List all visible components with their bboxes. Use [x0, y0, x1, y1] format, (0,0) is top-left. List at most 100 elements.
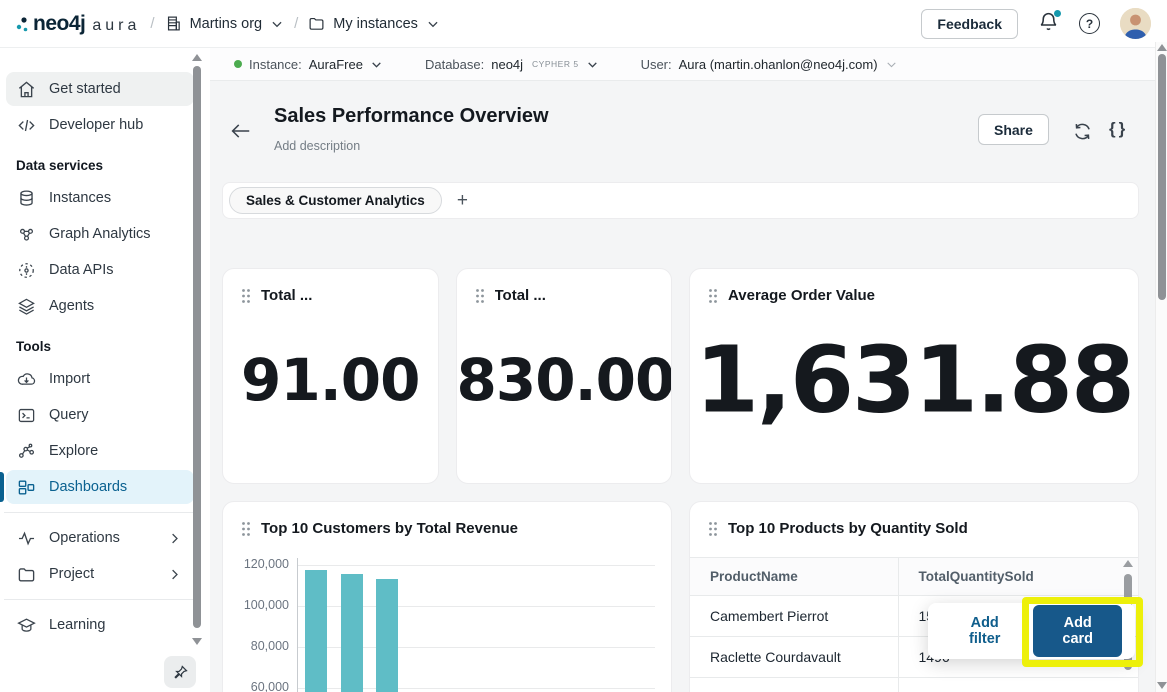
- drag-handle-icon[interactable]: [708, 288, 718, 304]
- breadcrumb-separator: /: [150, 15, 154, 32]
- scroll-up-arrow[interactable]: [1123, 560, 1133, 567]
- scroll-down-arrow[interactable]: [192, 638, 202, 645]
- scroll-up-arrow[interactable]: [192, 54, 202, 61]
- neo4j-logo-mark-icon: [16, 15, 29, 38]
- table-header-row: ProductNameTotalQuantitySold: [690, 558, 1138, 596]
- tab-sales-customer-analytics[interactable]: Sales & Customer Analytics: [229, 187, 442, 214]
- table-cell: 1397: [898, 678, 1138, 692]
- add-description[interactable]: Add description: [274, 139, 360, 153]
- dashboard-title[interactable]: Sales Performance Overview: [274, 105, 549, 128]
- database-selector[interactable]: Database: neo4j CYPHER 5: [425, 57, 599, 72]
- sidebar-item-dashboards[interactable]: Dashboards: [6, 470, 194, 504]
- y-axis-tick-label: 60,000: [223, 680, 289, 692]
- home-icon: [16, 79, 36, 99]
- organization-icon: [165, 15, 182, 32]
- sidebar-section-tools: Tools: [0, 325, 210, 362]
- breadcrumb-org[interactable]: Martins org: [165, 15, 285, 32]
- sidebar-item-label: Get started: [49, 81, 121, 97]
- import-cloud-icon: [16, 369, 36, 389]
- terminal-icon: [16, 405, 36, 425]
- breadcrumb-project[interactable]: My instances: [308, 15, 440, 32]
- feedback-button[interactable]: Feedback: [921, 9, 1018, 39]
- code-view-button[interactable]: {}: [1109, 119, 1128, 139]
- active-indicator: [0, 472, 4, 502]
- sidebar-item-label: Import: [49, 371, 90, 387]
- sidebar-item-label: Agents: [49, 298, 94, 314]
- avatar[interactable]: [1120, 8, 1151, 39]
- sidebar-item-get-started[interactable]: Get started: [6, 72, 194, 106]
- help-button[interactable]: ?: [1079, 13, 1100, 34]
- chevron-down-icon: [885, 58, 898, 71]
- bar[interactable]: [376, 579, 398, 692]
- divider: [4, 512, 198, 513]
- y-axis-tick-label: 80,000: [223, 639, 289, 653]
- card-products-table: Top 10 Products by Quantity Sold Product…: [689, 501, 1139, 692]
- drag-handle-icon[interactable]: [475, 288, 485, 304]
- metric-value: 91.00: [223, 346, 438, 414]
- breadcrumb-separator: /: [294, 15, 298, 32]
- notifications-button[interactable]: [1038, 11, 1059, 37]
- graduation-cap-icon: [16, 615, 36, 635]
- y-axis-tick-label: 100,000: [223, 598, 289, 612]
- refresh-button[interactable]: [1072, 121, 1093, 147]
- sidebar-item-label: Query: [49, 407, 89, 423]
- scrollbar-thumb[interactable]: [193, 66, 201, 628]
- sidebar-section-data-services: Data services: [0, 144, 210, 181]
- sidebar-item-label: Graph Analytics: [49, 226, 151, 242]
- sidebar-item-agents[interactable]: Agents: [6, 289, 194, 323]
- scrollbar-thumb[interactable]: [1158, 54, 1166, 300]
- chevron-down-icon: [426, 17, 440, 31]
- sidebar-item-query[interactable]: Query: [6, 398, 194, 432]
- column-header[interactable]: TotalQuantitySold: [898, 558, 1138, 596]
- drag-handle-icon[interactable]: [241, 288, 251, 304]
- window-scrollbar[interactable]: [1155, 42, 1167, 692]
- instance-selector[interactable]: Instance: AuraFree: [234, 57, 383, 72]
- org-name: Martins org: [190, 16, 263, 32]
- sidebar-scrollbar[interactable]: [192, 50, 202, 690]
- table-title: Top 10 Products by Quantity Sold: [728, 520, 968, 537]
- folder-icon: [308, 15, 325, 32]
- logo-suffix: aura: [92, 17, 140, 35]
- project-name: My instances: [333, 16, 418, 32]
- card-metric-2: Total ... 830.00: [456, 268, 673, 484]
- connection-bar: Instance: AuraFree Database: neo4j CYPHE…: [210, 48, 1167, 81]
- chevron-down-icon: [270, 17, 284, 31]
- sidebar-item-graph-analytics[interactable]: Graph Analytics: [6, 217, 194, 251]
- add-filter-button[interactable]: Add filter: [954, 615, 1015, 647]
- sidebar-item-instances[interactable]: Instances: [6, 181, 194, 215]
- sidebar-item-label: Instances: [49, 190, 111, 206]
- top-navbar: neo4j aura / Martins org / My instances …: [0, 0, 1167, 48]
- dashboards-icon: [16, 477, 36, 497]
- sidebar-item-learning[interactable]: Learning: [6, 608, 194, 642]
- activity-icon: [16, 528, 36, 548]
- sidebar-item-operations[interactable]: Operations: [6, 521, 194, 555]
- bar[interactable]: [341, 574, 363, 692]
- sidebar-item-data-apis[interactable]: Data APIs: [6, 253, 194, 287]
- scroll-down-arrow[interactable]: [1157, 682, 1167, 689]
- card-title: Average Order Value: [728, 287, 875, 304]
- sidebar-item-label: Developer hub: [49, 117, 143, 133]
- share-button[interactable]: Share: [978, 114, 1049, 145]
- add-card-button[interactable]: Add card: [1033, 605, 1122, 657]
- metric-value: 830.00: [457, 346, 672, 414]
- bar[interactable]: [305, 570, 327, 692]
- back-button[interactable]: [230, 122, 251, 145]
- user-selector[interactable]: User: Aura (martin.ohanlon@neo4j.com): [641, 57, 898, 72]
- logo-text: neo4j: [33, 12, 85, 36]
- scroll-up-arrow[interactable]: [1157, 44, 1167, 51]
- sidebar-item-label: Explore: [49, 443, 98, 459]
- bar-chart: 120,000100,00080,00060,000: [223, 502, 671, 692]
- sidebar-item-developer-hub[interactable]: Developer hub: [6, 108, 194, 142]
- drag-handle-icon[interactable]: [708, 521, 718, 537]
- neo4j-aura-logo[interactable]: neo4j aura: [16, 12, 140, 36]
- sidebar-item-explore[interactable]: Explore: [6, 434, 194, 468]
- table-row: Gorgonzola Telino1397: [690, 678, 1138, 692]
- pin-icon: [172, 664, 189, 681]
- column-header[interactable]: ProductName: [690, 558, 898, 596]
- chevron-right-icon: [167, 567, 182, 582]
- dashboard-content: Sales Performance Overview Add descripti…: [210, 81, 1167, 692]
- sidebar-item-import[interactable]: Import: [6, 362, 194, 396]
- sidebar-item-project[interactable]: Project: [6, 557, 194, 591]
- chevron-down-icon: [370, 58, 383, 71]
- add-tab-button[interactable]: +: [457, 191, 468, 210]
